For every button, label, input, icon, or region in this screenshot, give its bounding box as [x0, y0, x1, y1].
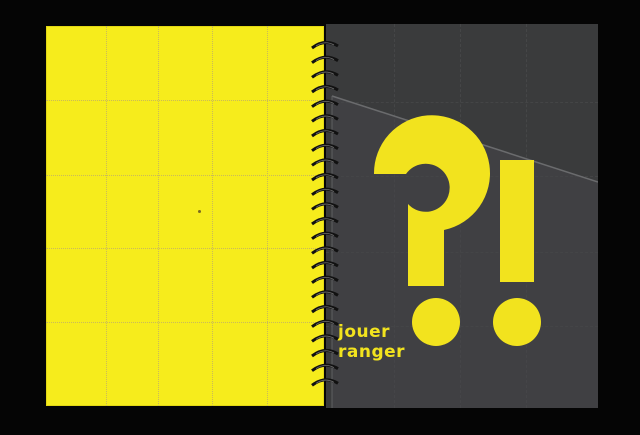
spiral-ring	[311, 99, 339, 108]
grid-line	[46, 175, 324, 176]
grid-line	[46, 248, 324, 249]
notebook-photo: jouer ranger	[0, 0, 640, 435]
ink-speck	[198, 210, 201, 213]
spiral-ring	[311, 70, 339, 79]
spiral-binding	[311, 41, 339, 387]
spiral-ring	[311, 55, 339, 64]
spiral-ring	[311, 363, 339, 372]
grid-line	[46, 322, 324, 323]
grid-line	[46, 100, 324, 101]
spiral-ring	[311, 334, 339, 343]
spiral-ring	[311, 41, 339, 50]
grid-line	[212, 26, 213, 406]
spiral-ring	[311, 231, 339, 240]
grid-line	[158, 26, 159, 406]
spiral-ring	[311, 114, 339, 123]
spiral-ring	[311, 349, 339, 358]
spiral-ring	[311, 129, 339, 138]
spiral-ring	[311, 85, 339, 94]
spiral-ring	[311, 261, 339, 270]
spiral-ring	[311, 378, 339, 387]
spiral-ring	[311, 173, 339, 182]
spiral-ring	[311, 143, 339, 152]
grid-line	[267, 26, 268, 406]
yellow-grid-page	[46, 26, 324, 406]
spiral-ring	[311, 275, 339, 284]
spiral-ring	[311, 319, 339, 328]
spiral-ring	[311, 187, 339, 196]
spiral-ring	[311, 202, 339, 211]
spiral-ring	[311, 158, 339, 167]
dark-cover-page: jouer ranger	[326, 24, 598, 408]
cover-word-ranger: ranger	[338, 342, 406, 362]
grid-line	[106, 26, 107, 406]
cover-word-jouer: jouer	[338, 322, 391, 342]
spiral-ring	[311, 217, 339, 226]
spiral-ring	[311, 290, 339, 299]
spiral-ring	[311, 246, 339, 255]
spiral-ring	[311, 305, 339, 314]
